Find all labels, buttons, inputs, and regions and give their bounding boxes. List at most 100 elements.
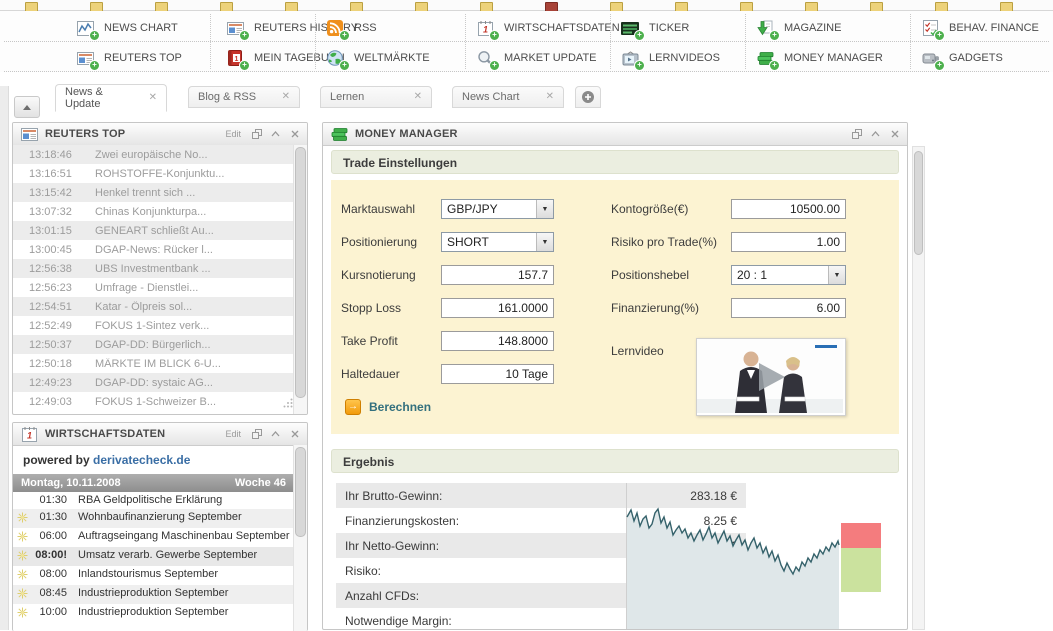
news-time: 13:16:51 (13, 168, 83, 180)
add-tab-button[interactable] (575, 86, 601, 108)
field-label-take-profit: Take Profit (341, 334, 398, 348)
news-item[interactable]: 13:16:51ROHSTOFFE-Konjunktu... (13, 164, 294, 183)
money-manager-panel-header[interactable]: MONEY MANAGER (323, 123, 907, 146)
news-item[interactable]: 13:00:45DGAP-News: Rücker l... (13, 240, 294, 259)
close-tab-icon[interactable]: ✕ (149, 93, 157, 103)
scrollbar[interactable] (293, 145, 307, 414)
derivatecheck-link[interactable]: derivatecheck.de (93, 453, 190, 467)
add-widget-badge-icon: + (634, 60, 645, 71)
news-item[interactable]: 13:15:42Henkel trennt sich ... (13, 183, 294, 202)
input-stopp-loss[interactable]: 161.0000 (441, 298, 554, 318)
news-item[interactable]: 12:49:23DGAP-DD: systaic AG... (13, 373, 294, 392)
scrollbar-thumb[interactable] (295, 147, 306, 398)
resize-grip[interactable] (283, 395, 293, 413)
close-tab-icon[interactable]: ✕ (546, 92, 554, 102)
chevron-down-icon: ▼ (536, 233, 553, 251)
add-widget-badge-icon: + (239, 60, 250, 71)
wirtschaftsdaten-panel: 1 WIRTSCHAFTSDATEN Edit powered by deriv… (12, 422, 308, 631)
content-scrollbar[interactable] (912, 146, 925, 630)
scrollbar-thumb[interactable] (295, 447, 306, 537)
tab-label: Blog & RSS (198, 91, 256, 103)
svg-text:1: 1 (235, 56, 239, 63)
popout-icon[interactable] (250, 128, 263, 141)
triangle-up-icon (22, 104, 32, 111)
lernvideo-thumbnail[interactable] (696, 338, 846, 416)
event-text: Industrieproduktion September (78, 587, 294, 600)
reuters-top-panel-header[interactable]: REUTERS TOP Edit (13, 123, 307, 146)
news-item[interactable]: 12:49:03FOKUS 1-Schweizer B... (13, 392, 294, 411)
plus-circle-icon (581, 90, 595, 104)
news-headline: DGAP-DD: systaic AG... (83, 377, 213, 389)
collapse-panel-icon[interactable] (869, 128, 882, 141)
input-risiko-pro-trade-[interactable]: 1.00 (731, 232, 846, 252)
arrow-right-icon: → (345, 399, 361, 415)
select-positionshebel[interactable]: 20 : 1▼ (731, 265, 846, 285)
input-finanzierung-[interactable]: 6.00 (731, 298, 846, 318)
toolbar-item-gadgets[interactable]: +GADGETS (920, 44, 1003, 72)
news-item[interactable]: 13:01:15GENEART schließt Au... (13, 221, 294, 240)
close-tab-icon[interactable]: ✕ (414, 92, 422, 102)
toolbar-item-news-chart[interactable]: +NEWS CHART (75, 14, 178, 42)
close-panel-icon[interactable] (288, 128, 301, 141)
toolbar-item-ticker[interactable]: +TICKER (620, 14, 689, 42)
field-label-kontogr-e-: Kontogröße(€) (611, 202, 688, 216)
news-item[interactable]: 12:50:37DGAP-DD: Bürgerlich... (13, 335, 294, 354)
toolbar-item-lernvideos[interactable]: + LERNVIDEOS (620, 44, 720, 72)
tab-blog-rss[interactable]: Blog & RSS ✕ (188, 86, 300, 108)
news-item[interactable]: 13:18:46Zwei europäische No... (13, 145, 294, 164)
news-item[interactable]: 12:52:49FOKUS 1-Sintez verk... (13, 316, 294, 335)
no-icon (13, 494, 30, 495)
news-item[interactable]: 12:56:23Umfrage - Dienstlei... (13, 278, 294, 297)
news-item[interactable]: 12:54:51Katar - Ölpreis sol... (13, 297, 294, 316)
collapse-toolbar-button[interactable] (14, 96, 40, 118)
input-haltedauer[interactable]: 10 Tage (441, 364, 554, 384)
gadgets-icon: + (920, 49, 940, 67)
add-widget-badge-icon: + (339, 60, 350, 71)
input-kursnotierung[interactable]: 157.7 (441, 265, 554, 285)
wirtschaftsdaten-panel-header[interactable]: 1 WIRTSCHAFTSDATEN Edit (13, 423, 307, 446)
toolbar-item-weltm-rkte[interactable]: +WELTMÄRKTE (325, 44, 430, 72)
close-tab-icon[interactable]: ✕ (282, 92, 290, 102)
input-take-profit[interactable]: 148.8000 (441, 331, 554, 351)
tab-news-update[interactable]: News & Update✕ (55, 84, 167, 112)
tab-lernen[interactable]: Lernen✕ (320, 86, 432, 108)
toolbar-item-magazine[interactable]: +MAGAZINE (755, 14, 841, 42)
news-time: 12:50:37 (13, 339, 83, 351)
collapse-panel-icon[interactable] (269, 128, 282, 141)
edit-button[interactable]: Edit (225, 129, 241, 139)
popout-icon[interactable] (250, 428, 263, 441)
collapse-panel-icon[interactable] (269, 428, 282, 441)
add-widget-badge-icon: + (934, 30, 945, 41)
select-marktauswahl[interactable]: GBP/JPY▼ (441, 199, 554, 219)
close-panel-icon[interactable] (888, 128, 901, 141)
scrollbar-thumb[interactable] (914, 151, 923, 255)
news-item[interactable]: 12:56:38UBS Investmentbank ... (13, 259, 294, 278)
close-panel-icon[interactable] (288, 428, 301, 441)
toolbar-item-label: REUTERS TOP (104, 52, 182, 64)
toolbar-item-rss[interactable]: +RSS (325, 14, 377, 42)
money-icon (329, 125, 349, 143)
panel-title: WIRTSCHAFTSDATEN (45, 428, 219, 440)
berechnen-button[interactable]: → Berechnen (345, 399, 431, 415)
news-chart-icon: + (75, 19, 95, 37)
toolbar-item-money-manager[interactable]: +MONEY MANAGER (755, 44, 883, 72)
select-positionierung[interactable]: SHORT▼ (441, 232, 554, 252)
news-item[interactable]: 13:07:32Chinas Konjunkturpa... (13, 202, 294, 221)
market-update-icon: + (475, 49, 495, 67)
sun-icon (13, 530, 30, 545)
input-kontogr-e-[interactable]: 10500.00 (731, 199, 846, 219)
toolbar-item-market-update[interactable]: +MARKET UPDATE (475, 44, 597, 72)
toolbar-item-label: MONEY MANAGER (784, 52, 883, 64)
edit-button[interactable]: Edit (225, 429, 241, 439)
news-list: 13:18:46Zwei europäische No...13:16:51RO… (13, 145, 294, 414)
toolbar-item-wirtschaftsdaten[interactable]: 1+WIRTSCHAFTSDATEN (475, 14, 620, 42)
tab-news-chart[interactable]: News Chart✕ (452, 86, 564, 108)
scrollbar[interactable] (293, 445, 307, 631)
toolbar-item-label: LERNVIDEOS (649, 52, 720, 64)
news-item[interactable]: 12:50:18MÄRKTE IM BLICK 6-U... (13, 354, 294, 373)
news-headline: DGAP-News: Rücker l... (83, 244, 213, 256)
toolbar-item-reuters-top[interactable]: +REUTERS TOP (75, 44, 182, 72)
toolbar-item-behav-finance[interactable]: +BEHAV. FINANCE (920, 14, 1039, 42)
popout-icon[interactable] (850, 128, 863, 141)
chevron-down-icon: ▼ (828, 266, 845, 284)
